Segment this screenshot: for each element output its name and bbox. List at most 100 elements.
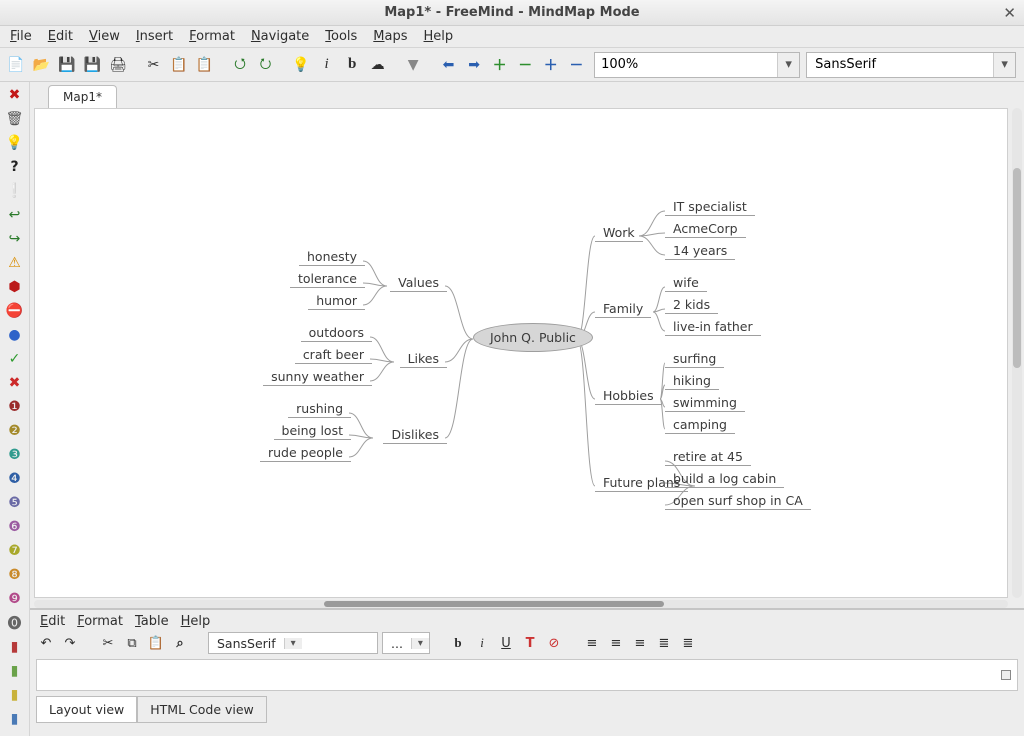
mindmap-node[interactable]: tolerance xyxy=(290,269,365,288)
editor-redo-icon[interactable]: ↷ xyxy=(60,633,80,653)
zoom-in2-icon[interactable]: ＋ xyxy=(539,53,563,77)
document-tab[interactable]: Map1* xyxy=(48,85,117,108)
mindmap-canvas[interactable]: John Q. PublicIT specialistAcmeCorp14 ye… xyxy=(34,108,1008,598)
ok-icon[interactable]: ✓ xyxy=(6,350,24,368)
warning-icon[interactable]: ⚠ xyxy=(6,254,24,272)
mindmap-node[interactable]: swimming xyxy=(665,393,745,412)
paste-icon[interactable]: 📋 xyxy=(193,53,217,77)
back-icon[interactable]: ↩ xyxy=(6,206,24,224)
mindmap-node[interactable]: rude people xyxy=(260,443,351,462)
mindmap-node[interactable]: IT specialist xyxy=(665,197,755,216)
priority-6-icon[interactable]: ❻ xyxy=(6,518,24,536)
editor-cut-icon[interactable]: ✂ xyxy=(98,633,118,653)
align-left-icon[interactable]: ≡ xyxy=(582,633,602,653)
priority-9-icon[interactable]: ❾ xyxy=(6,590,24,608)
menu-tools[interactable]: Tools xyxy=(319,27,363,46)
editor-italic-button[interactable]: i xyxy=(472,633,492,653)
cut-icon[interactable]: ✂ xyxy=(142,53,166,77)
nav-left-icon[interactable]: ⬅ xyxy=(437,53,461,77)
chevron-down-icon[interactable]: ▾ xyxy=(284,638,302,649)
trash-icon[interactable]: 🗑 xyxy=(6,110,24,128)
priority-0-icon[interactable]: ⓿ xyxy=(6,614,24,632)
priority-8-icon[interactable]: ❽ xyxy=(6,566,24,584)
help-icon[interactable]: ? xyxy=(6,158,24,176)
editor-clear-format-icon[interactable]: ⊘ xyxy=(544,633,564,653)
editor-color-button[interactable]: T xyxy=(520,633,540,653)
menu-maps[interactable]: Maps xyxy=(367,27,413,46)
editor-resize-handle[interactable] xyxy=(1001,670,1011,680)
idea-icon[interactable]: 💡 xyxy=(289,53,313,77)
cloud-icon[interactable]: ☁ xyxy=(366,53,390,77)
cancel-icon[interactable]: ✖ xyxy=(6,374,24,392)
menu-view[interactable]: View xyxy=(83,27,126,46)
font-combo[interactable]: ▾ xyxy=(806,52,1016,78)
font-input[interactable] xyxy=(807,57,993,72)
new-file-icon[interactable]: 📄 xyxy=(4,53,28,77)
zoom-out2-icon[interactable]: － xyxy=(565,53,589,77)
mindmap-node[interactable]: craft beer xyxy=(295,345,372,364)
forward-icon[interactable]: ↪ xyxy=(6,230,24,248)
editor-find-icon[interactable]: ⌕ xyxy=(170,633,190,653)
mindmap-node[interactable]: rushing xyxy=(288,399,351,418)
editor-tab-html-code-view[interactable]: HTML Code view xyxy=(137,696,267,723)
menu-navigate[interactable]: Navigate xyxy=(245,27,315,46)
editor-tab-layout-view[interactable]: Layout view xyxy=(36,696,137,723)
priority-5-icon[interactable]: ❺ xyxy=(6,494,24,512)
priority-1-icon[interactable]: ❶ xyxy=(6,398,24,416)
mindmap-node[interactable]: surfing xyxy=(665,349,724,368)
window-close-button[interactable]: ✕ xyxy=(1003,4,1016,22)
delete-icon[interactable]: ✖ xyxy=(6,86,24,104)
priority-7-icon[interactable]: ❼ xyxy=(6,542,24,560)
zoom-in-icon[interactable]: ＋ xyxy=(488,53,512,77)
undo-icon[interactable]: ⭯ xyxy=(228,53,252,77)
save-icon[interactable]: 💾 xyxy=(55,53,79,77)
priority-3-icon[interactable]: ❸ xyxy=(6,446,24,464)
mindmap-branch[interactable]: Likes xyxy=(400,349,447,368)
mindmap-branch[interactable]: Family xyxy=(595,299,651,318)
copy-icon[interactable]: 📋 xyxy=(167,53,191,77)
menu-edit[interactable]: Edit xyxy=(42,27,79,46)
menu-insert[interactable]: Insert xyxy=(130,27,179,46)
open-file-icon[interactable]: 📂 xyxy=(30,53,54,77)
mindmap-node[interactable]: sunny weather xyxy=(263,367,372,386)
priority-2-icon[interactable]: ❷ xyxy=(6,422,24,440)
idea-icon[interactable]: 💡 xyxy=(6,134,24,152)
editor-menu-edit[interactable]: Edit xyxy=(40,614,65,629)
menu-file[interactable]: File xyxy=(4,27,38,46)
filter-icon[interactable]: ▼ xyxy=(401,53,425,77)
mindmap-node[interactable]: outdoors xyxy=(301,323,372,342)
flag-red-icon[interactable]: ▮ xyxy=(6,638,24,656)
flag-green-icon[interactable]: ▮ xyxy=(6,662,24,680)
mindmap-node[interactable]: wife xyxy=(665,273,707,292)
editor-menu-help[interactable]: Help xyxy=(181,614,211,629)
mindmap-node[interactable]: honesty xyxy=(299,247,365,266)
mindmap-branch[interactable]: Hobbies xyxy=(595,386,662,405)
save-all-icon[interactable]: 💾 xyxy=(81,53,105,77)
zoom-out-icon[interactable]: － xyxy=(513,53,537,77)
mindmap-branch[interactable]: Future plans xyxy=(595,473,688,492)
mindmap-node[interactable]: 2 kids xyxy=(665,295,718,314)
mindmap-branch[interactable]: Dislikes xyxy=(383,425,447,444)
list-bullet-icon[interactable]: ≣ xyxy=(654,633,674,653)
mindmap-node[interactable]: humor xyxy=(308,291,365,310)
canvas-vscrollbar[interactable] xyxy=(1012,108,1022,598)
mindmap-node[interactable]: 14 years xyxy=(665,241,735,260)
editor-bold-button[interactable]: b xyxy=(448,633,468,653)
mindmap-node[interactable]: live-in father xyxy=(665,317,761,336)
mindmap-node[interactable]: AcmeCorp xyxy=(665,219,746,238)
zoom-combo[interactable]: ▾ xyxy=(594,52,800,78)
important-icon[interactable]: ❕ xyxy=(6,182,24,200)
editor-underline-button[interactable]: U xyxy=(496,633,516,653)
nav-right-icon[interactable]: ➡ xyxy=(462,53,486,77)
align-center-icon[interactable]: ≡ xyxy=(606,633,626,653)
editor-menu-format[interactable]: Format xyxy=(77,614,123,629)
menu-help[interactable]: Help xyxy=(418,27,460,46)
italic-button[interactable]: i xyxy=(315,53,339,77)
flag-blue-icon[interactable]: ▮ xyxy=(6,710,24,728)
editor-undo-icon[interactable]: ↶ xyxy=(36,633,56,653)
editor-size-combo[interactable]: ... ▾ xyxy=(382,632,430,654)
no-entry-icon[interactable]: ⛔ xyxy=(6,302,24,320)
redo-icon[interactable]: ⭮ xyxy=(254,53,278,77)
mindmap-branch[interactable]: Work xyxy=(595,223,643,242)
mindmap-branch[interactable]: Values xyxy=(390,273,447,292)
